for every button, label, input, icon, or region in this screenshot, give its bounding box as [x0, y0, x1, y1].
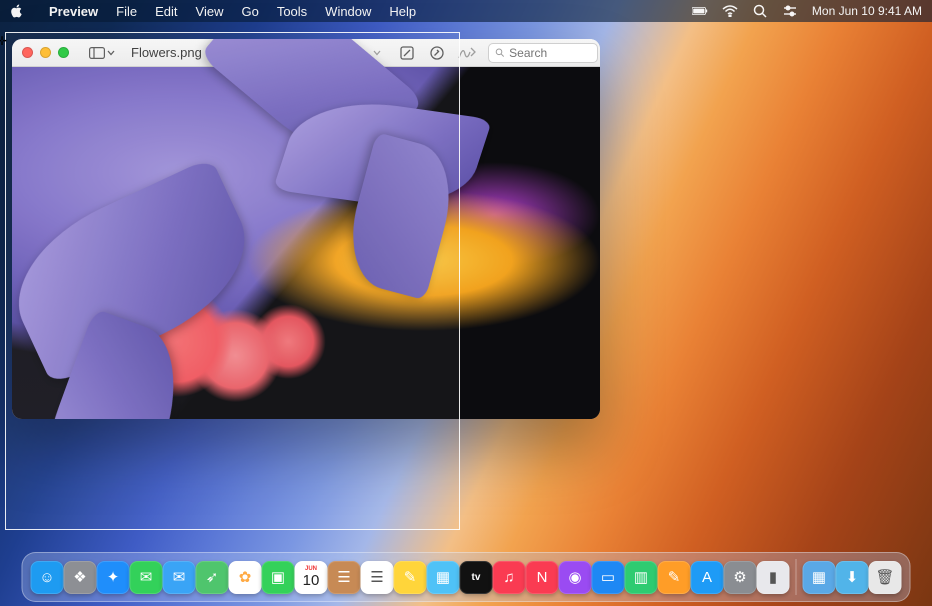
dock-podcasts-icon[interactable]: ◉ — [559, 561, 592, 594]
menu-edit[interactable]: Edit — [146, 4, 186, 19]
markup-icon[interactable] — [398, 44, 416, 62]
menu-clock[interactable]: Mon Jun 10 9:41 AM — [812, 4, 922, 18]
traffic-lights — [22, 47, 69, 58]
dock-separator — [796, 559, 797, 595]
dock-iphone-mirroring-icon[interactable]: ▮ — [757, 561, 790, 594]
window-title: Flowers.png — [131, 45, 202, 60]
dock-music-icon[interactable]: ♫ — [493, 561, 526, 594]
dock-safari-icon[interactable]: ✦ — [97, 561, 130, 594]
menu-tools[interactable]: Tools — [268, 4, 316, 19]
sign-icon[interactable] — [458, 44, 476, 62]
dock-mail-icon[interactable]: ✉ — [163, 561, 196, 594]
menu-right: Mon Jun 10 9:41 AM — [692, 3, 922, 19]
dock-freeform-icon[interactable]: ▦ — [427, 561, 460, 594]
dock-notes-icon[interactable]: ✎ — [394, 561, 427, 594]
sidebar-toggle-button[interactable] — [85, 47, 119, 59]
dock-news-icon[interactable]: N — [526, 561, 559, 594]
menu-view[interactable]: View — [187, 4, 233, 19]
dock-facetime-icon[interactable]: ▣ — [262, 561, 295, 594]
dock-trash-icon[interactable]: 🗑 — [869, 561, 902, 594]
preview-window: Flowers.png — [12, 39, 600, 419]
close-button[interactable] — [22, 47, 33, 58]
menu-help[interactable]: Help — [380, 4, 425, 19]
dock-appstore-icon[interactable]: A — [691, 561, 724, 594]
battery-icon[interactable] — [692, 3, 708, 19]
dock-photos-icon[interactable]: ✿ — [229, 561, 262, 594]
dock-launchpad-icon[interactable]: ❖ — [64, 561, 97, 594]
dock-messages-icon[interactable]: ✉ — [130, 561, 163, 594]
search-icon — [495, 47, 504, 58]
dock-pages-icon[interactable]: ✎ — [658, 561, 691, 594]
menu-bar: Preview File Edit View Go Tools Window H… — [0, 0, 932, 22]
dock-contacts-icon[interactable]: ☰ — [328, 561, 361, 594]
dock-settings-icon[interactable]: ⚙ — [724, 561, 757, 594]
dock-tv-icon[interactable]: tv — [460, 561, 493, 594]
dock-maps-icon[interactable]: ➶ — [196, 561, 229, 594]
dock-calendar-icon[interactable]: JUN10 — [295, 561, 328, 594]
wifi-icon[interactable] — [722, 3, 738, 19]
minimize-button[interactable] — [40, 47, 51, 58]
dock-numbers-icon[interactable]: ▥ — [625, 561, 658, 594]
search-field[interactable] — [488, 43, 598, 63]
search-input[interactable] — [509, 46, 591, 60]
dock-downloads-icon[interactable]: ⬇ — [836, 561, 869, 594]
spotlight-icon[interactable] — [752, 3, 768, 19]
control-center-icon[interactable] — [782, 3, 798, 19]
edit-icon[interactable] — [428, 44, 446, 62]
menu-file[interactable]: File — [107, 4, 146, 19]
menu-window[interactable]: Window — [316, 4, 380, 19]
apple-logo-icon[interactable] — [10, 3, 26, 19]
dock: ☺❖✦✉✉➶✿▣JUN10☰☰✎▦tv♫N◉▭▥✎A⚙▮▦⬇🗑 — [22, 552, 911, 602]
screenshot-crosshair-icon: ✛ — [0, 34, 7, 48]
menu-app-name[interactable]: Preview — [40, 4, 107, 19]
dock-finder-icon[interactable]: ☺ — [31, 561, 64, 594]
dock-keynote-icon[interactable]: ▭ — [592, 561, 625, 594]
menu-go[interactable]: Go — [232, 4, 267, 19]
dock-reminders-icon[interactable]: ☰ — [361, 561, 394, 594]
dock-preview-app-icon[interactable]: ▦ — [803, 561, 836, 594]
zoom-button[interactable] — [58, 47, 69, 58]
menu-left: Preview File Edit View Go Tools Window H… — [10, 3, 425, 19]
image-canvas[interactable] — [12, 67, 600, 419]
